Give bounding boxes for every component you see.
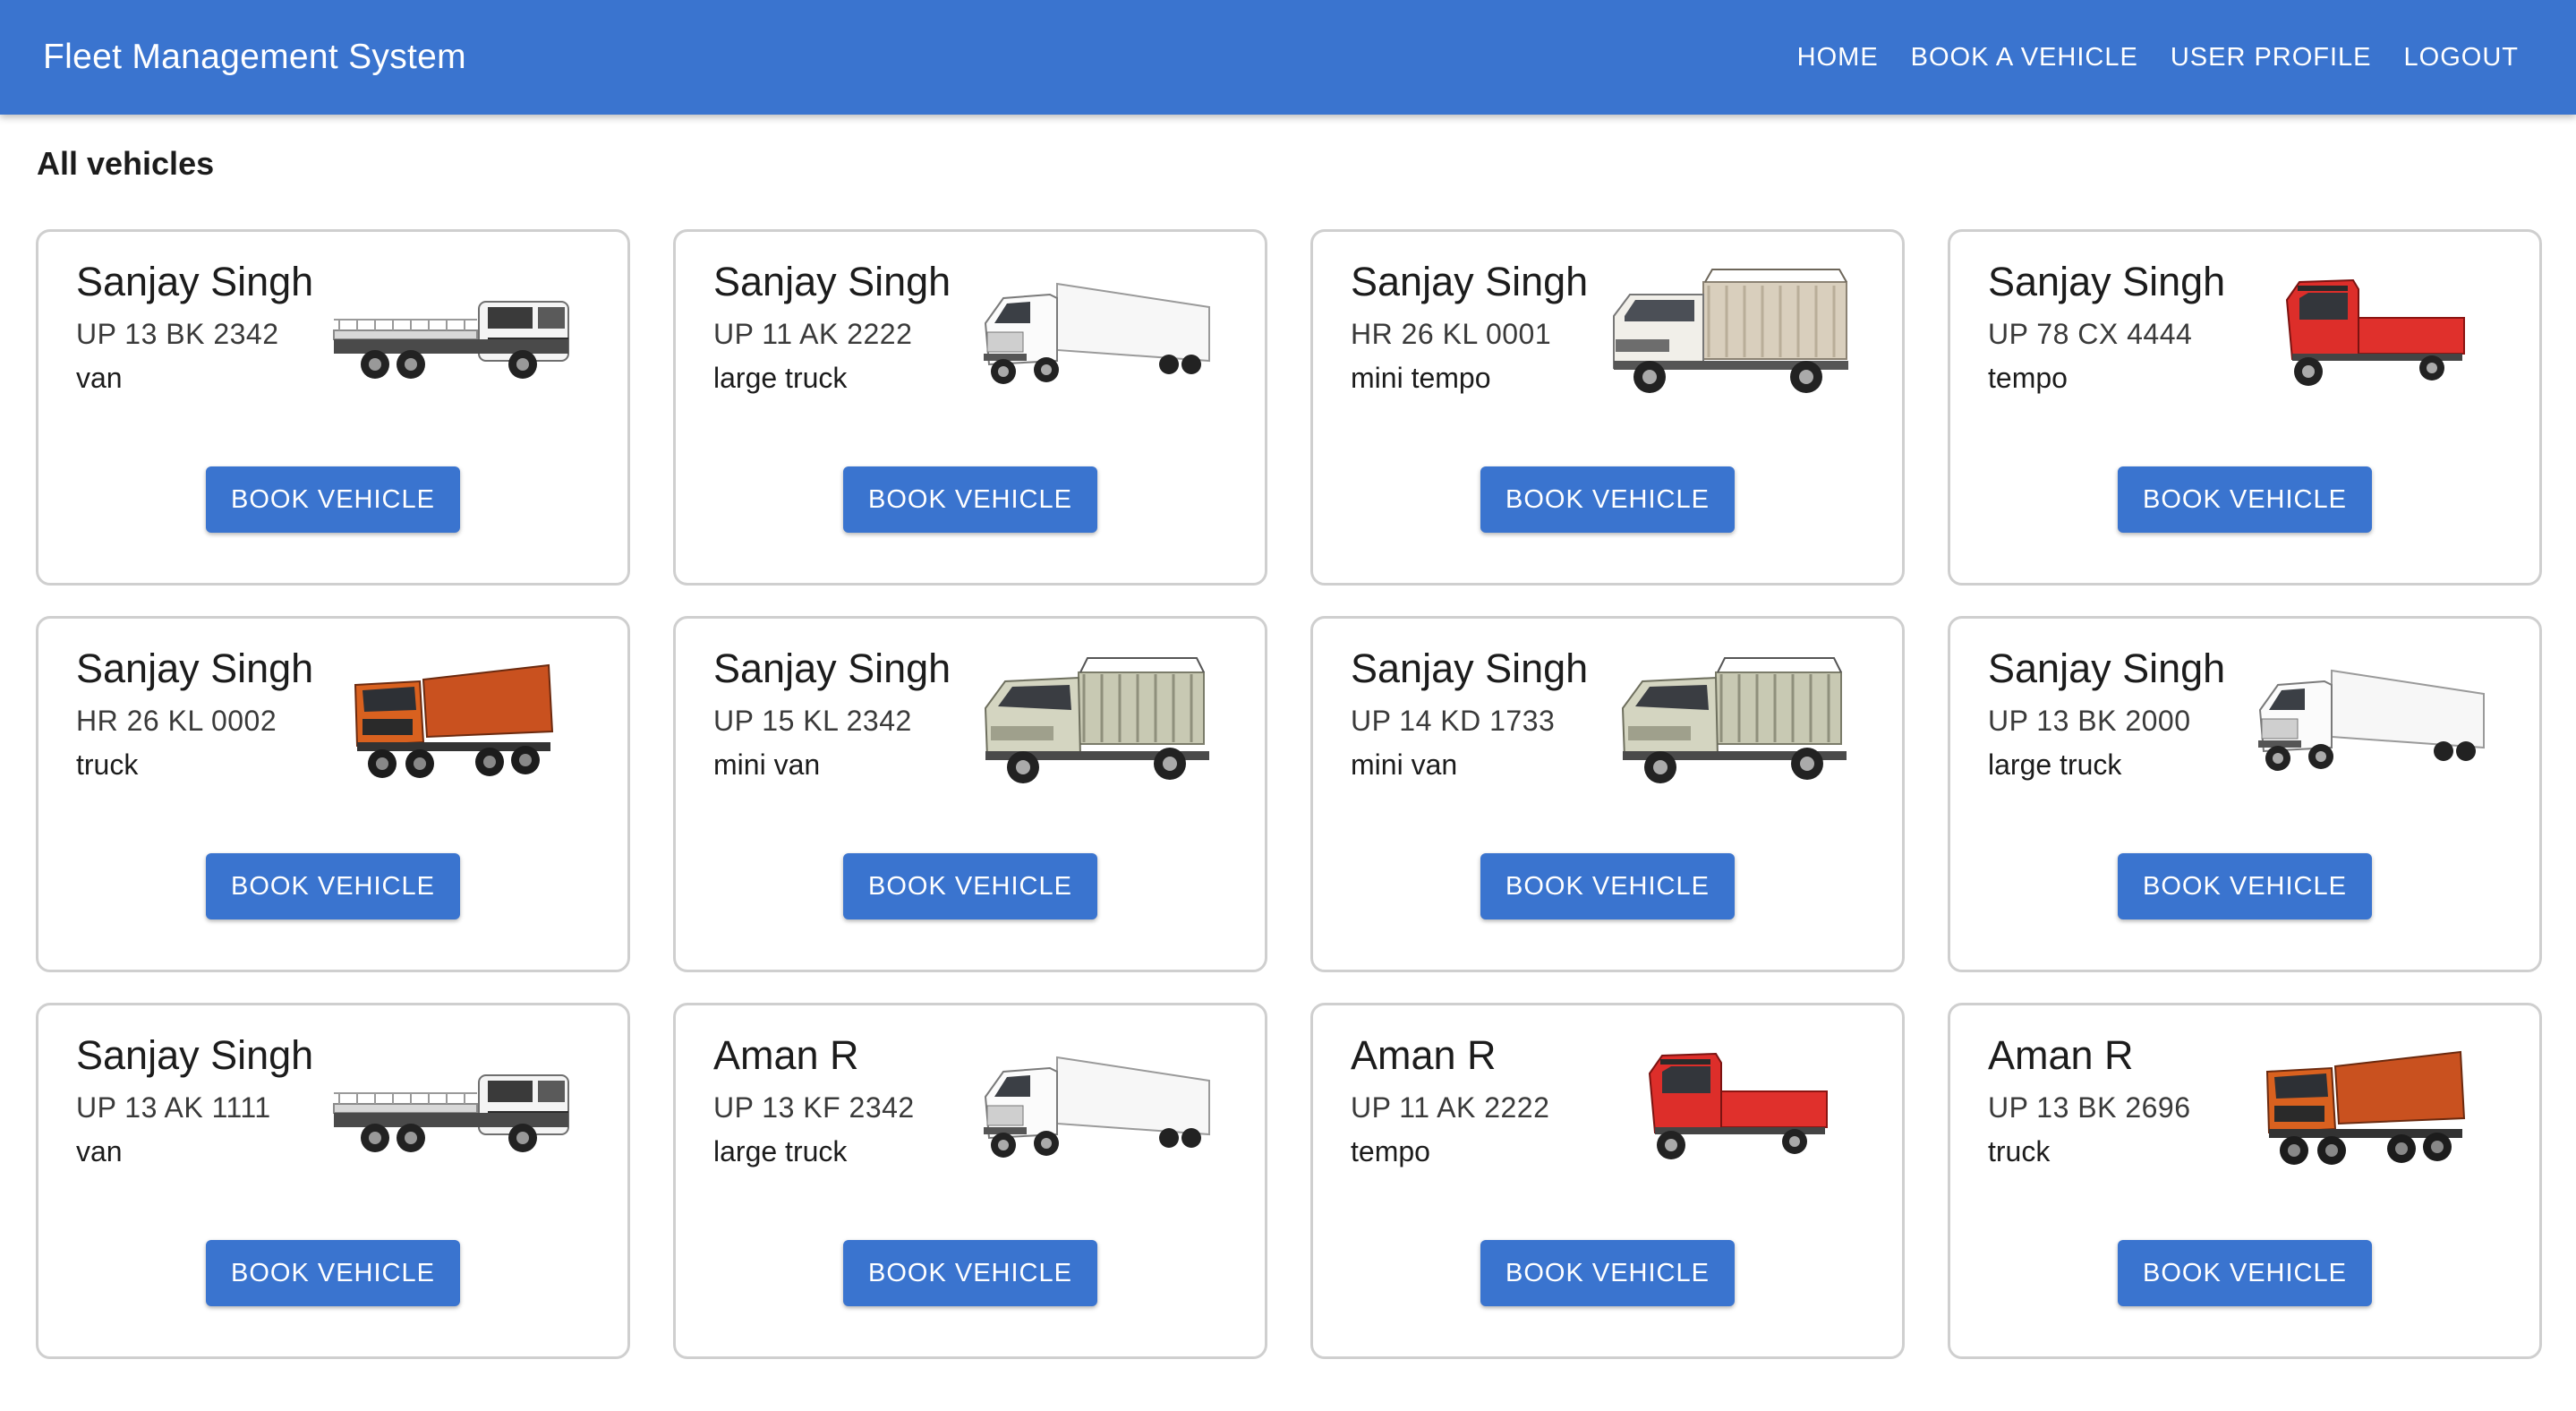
vehicle-info: Aman R UP 13 BK 2696 truck (1988, 1032, 2191, 1168)
vehicle-image (1605, 1041, 1855, 1176)
vehicle-owner: Sanjay Singh (1351, 646, 1589, 691)
vehicle-owner: Sanjay Singh (76, 646, 314, 691)
vehicle-type: large truck (1988, 748, 2122, 781)
vehicle-card: Aman R UP 13 KF 2342 large truck BOOK VE… (673, 1003, 1267, 1359)
vehicle-registration: UP 15 KL 2342 (713, 704, 912, 737)
vehicle-image (2242, 654, 2493, 789)
vehicle-image (330, 268, 581, 402)
vehicle-info: Sanjay Singh UP 15 KL 2342 mini van (713, 646, 951, 782)
vehicle-owner: Sanjay Singh (713, 259, 951, 304)
vehicle-image (1605, 268, 1855, 402)
vehicle-image (2242, 268, 2493, 402)
vehicle-type: large truck (713, 361, 848, 394)
book-vehicle-button[interactable]: BOOK VEHICLE (2118, 1240, 2372, 1306)
vehicle-type: tempo (1351, 1134, 1430, 1167)
vehicle-type: van (76, 361, 123, 394)
vehicle-info: Sanjay Singh UP 13 AK 1111 van (76, 1032, 313, 1168)
vehicle-owner: Sanjay Singh (76, 259, 314, 304)
book-vehicle-button[interactable]: BOOK VEHICLE (206, 466, 460, 533)
book-vehicle-button[interactable]: BOOK VEHICLE (2118, 853, 2372, 919)
vehicle-registration: UP 13 BK 2342 (76, 317, 279, 350)
book-vehicle-button[interactable]: BOOK VEHICLE (1480, 1240, 1735, 1306)
vehicle-owner: Sanjay Singh (713, 646, 951, 691)
vehicle-card: Sanjay Singh UP 78 CX 4444 tempo BOOK VE… (1948, 229, 2542, 586)
vehicle-grid: Sanjay Singh UP 13 BK 2342 van BOOK VEHI… (36, 229, 2542, 1359)
vehicle-card: Sanjay Singh UP 15 KL 2342 mini van BOOK… (673, 616, 1267, 972)
vehicle-card: Sanjay Singh UP 14 KD 1733 mini van BOOK… (1310, 616, 1905, 972)
vehicle-card: Sanjay Singh HR 26 KL 0001 mini tempo BO… (1310, 229, 1905, 586)
vehicle-owner: Sanjay Singh (76, 1032, 314, 1078)
vehicle-registration: UP 11 AK 2222 (1351, 1090, 1550, 1124)
vehicle-type: truck (76, 748, 139, 781)
vehicle-info: Sanjay Singh HR 26 KL 0002 truck (76, 646, 313, 782)
vehicle-image (330, 654, 581, 789)
vehicle-image (1605, 654, 1855, 789)
nav-book-vehicle-link[interactable]: BOOK A VEHICLE (1911, 43, 2138, 73)
vehicle-type: tempo (1988, 361, 2068, 394)
vehicle-owner: Aman R (713, 1032, 859, 1078)
vehicle-image (968, 654, 1218, 789)
vehicle-info: Aman R UP 11 AK 2222 tempo (1351, 1032, 1549, 1168)
vehicle-info: Aman R UP 13 KF 2342 large truck (713, 1032, 915, 1168)
book-vehicle-button[interactable]: BOOK VEHICLE (206, 853, 460, 919)
vehicle-info: Sanjay Singh HR 26 KL 0001 mini tempo (1351, 259, 1588, 395)
vehicle-info: Sanjay Singh UP 11 AK 2222 large truck (713, 259, 951, 395)
vehicle-image (968, 268, 1218, 402)
vehicle-info: Sanjay Singh UP 13 BK 2000 large truck (1988, 646, 2225, 782)
vehicle-card: Sanjay Singh UP 11 AK 2222 large truck B… (673, 229, 1267, 586)
vehicle-registration: UP 13 AK 1111 (76, 1090, 271, 1124)
vehicle-owner: Sanjay Singh (1351, 259, 1589, 304)
vehicle-info: Sanjay Singh UP 78 CX 4444 tempo (1988, 259, 2225, 395)
vehicle-owner: Sanjay Singh (1988, 259, 2226, 304)
book-vehicle-button[interactable]: BOOK VEHICLE (206, 1240, 460, 1306)
book-vehicle-button[interactable]: BOOK VEHICLE (1480, 853, 1735, 919)
vehicle-image (968, 1041, 1218, 1176)
vehicle-image (330, 1041, 581, 1176)
book-vehicle-button[interactable]: BOOK VEHICLE (1480, 466, 1735, 533)
vehicle-type: mini van (1351, 748, 1458, 781)
vehicle-registration: UP 11 AK 2222 (713, 317, 913, 350)
nav-user-profile-link[interactable]: USER PROFILE (2171, 43, 2372, 73)
book-vehicle-button[interactable]: BOOK VEHICLE (843, 853, 1097, 919)
vehicle-type: mini van (713, 748, 821, 781)
app-title: Fleet Management System (43, 38, 466, 76)
vehicle-registration: UP 13 KF 2342 (713, 1090, 915, 1124)
vehicle-card: Sanjay Singh HR 26 KL 0002 truck BOOK VE… (36, 616, 630, 972)
vehicle-type: large truck (713, 1134, 848, 1167)
vehicle-card: Aman R UP 13 BK 2696 truck BOOK VEHICLE (1948, 1003, 2542, 1359)
vehicle-registration: UP 14 KD 1733 (1351, 704, 1556, 737)
app-bar: Fleet Management System HOME BOOK A VEHI… (0, 0, 2576, 115)
vehicle-owner: Sanjay Singh (1988, 646, 2226, 691)
nav-logout-link[interactable]: LOGOUT (2404, 43, 2519, 73)
vehicle-type: mini tempo (1351, 361, 1491, 394)
vehicle-owner: Aman R (1988, 1032, 2134, 1078)
book-vehicle-button[interactable]: BOOK VEHICLE (2118, 466, 2372, 533)
vehicle-card: Sanjay Singh UP 13 AK 1111 van BOOK VEHI… (36, 1003, 630, 1359)
vehicle-info: Sanjay Singh UP 13 BK 2342 van (76, 259, 313, 395)
page-title: All vehicles (37, 145, 215, 182)
vehicle-info: Sanjay Singh UP 14 KD 1733 mini van (1351, 646, 1588, 782)
nav-home-link[interactable]: HOME (1797, 43, 1879, 73)
vehicle-type: van (76, 1134, 123, 1167)
vehicle-registration: HR 26 KL 0001 (1351, 317, 1552, 350)
book-vehicle-button[interactable]: BOOK VEHICLE (843, 1240, 1097, 1306)
vehicle-registration: UP 13 BK 2000 (1988, 704, 2191, 737)
vehicle-card: Sanjay Singh UP 13 BK 2342 van BOOK VEHI… (36, 229, 630, 586)
vehicle-card: Sanjay Singh UP 13 BK 2000 large truck B… (1948, 616, 2542, 972)
book-vehicle-button[interactable]: BOOK VEHICLE (843, 466, 1097, 533)
vehicle-type: truck (1988, 1134, 2051, 1167)
vehicle-registration: UP 78 CX 4444 (1988, 317, 2193, 350)
vehicle-card: Aman R UP 11 AK 2222 tempo BOOK VEHICLE (1310, 1003, 1905, 1359)
vehicle-registration: UP 13 BK 2696 (1988, 1090, 2191, 1124)
top-nav: HOME BOOK A VEHICLE USER PROFILE LOGOUT (1797, 43, 2519, 73)
vehicle-registration: HR 26 KL 0002 (76, 704, 277, 737)
vehicle-image (2242, 1041, 2493, 1176)
vehicle-owner: Aman R (1351, 1032, 1497, 1078)
